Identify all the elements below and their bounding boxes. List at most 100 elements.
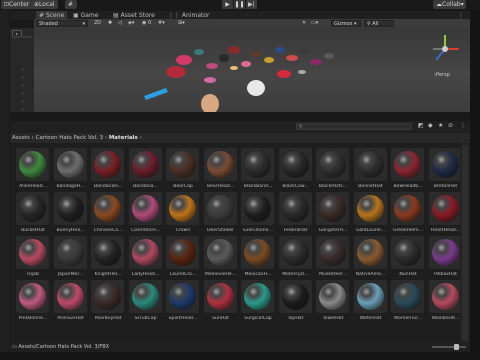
- material-item[interactable]: PinkBonne...: [12, 280, 54, 324]
- material-item[interactable]: CosmeticH...: [125, 192, 167, 236]
- scrollbar-thumb[interactable]: [462, 145, 468, 341]
- material-item[interactable]: NunHat: [387, 236, 429, 280]
- material-preview-sphere: [206, 283, 234, 310]
- snap-toggle[interactable]: ⊞▾: [178, 19, 185, 28]
- material-item[interactable]: LadyHead...: [125, 236, 167, 280]
- scene-search-input[interactable]: ⚲ All: [364, 20, 394, 27]
- material-item[interactable]: PoorBoyHat: [87, 280, 129, 324]
- orientation-gizmo[interactable]: [428, 32, 462, 66]
- tools-toggle[interactable]: ✕: [302, 19, 306, 28]
- material-item[interactable]: BowHeadb...: [387, 148, 429, 192]
- material-item[interactable]: BonnetHat: [350, 148, 392, 192]
- material-item[interactable]: MedievalHe...: [200, 236, 242, 280]
- material-thumbnail: [166, 280, 199, 313]
- collab-dropdown[interactable]: ☁Collab▾: [433, 0, 466, 9]
- 2d-toggle[interactable]: 2D: [94, 19, 101, 28]
- tab-scene-label: Scene: [45, 12, 65, 19]
- material-item[interactable]: WomenTur...: [387, 280, 429, 324]
- project-search-input[interactable]: ⚲: [296, 123, 412, 130]
- material-item[interactable]: GoldLaurel...: [350, 192, 392, 236]
- effects-dropdown[interactable]: ◈▾: [128, 19, 134, 28]
- material-item[interactable]: ChineseCo...: [87, 192, 129, 236]
- grid-snap-button[interactable]: #: [65, 0, 77, 9]
- material-preview-sphere: [56, 195, 84, 222]
- pause-button[interactable]: ❚❚: [234, 0, 245, 9]
- material-item[interactable]: AlienHead...: [12, 148, 54, 192]
- material-item[interactable]: DeerStalker: [200, 192, 242, 236]
- material-item[interactable]: KnightHel...: [87, 236, 129, 280]
- material-item[interactable]: BearHead...: [200, 148, 242, 192]
- gamepad-icon: ▣: [73, 12, 79, 19]
- filter-by-label-button[interactable]: ◆: [428, 122, 433, 129]
- material-preview-sphere: [319, 151, 346, 178]
- selected-path: Assets/Cartoon Hats Pack Vol. 3/FBX: [18, 344, 110, 350]
- filter-by-type-button[interactable]: ◩: [418, 122, 424, 129]
- audio-toggle[interactable]: ◁: [118, 19, 122, 28]
- project-menu-button[interactable]: ⋮: [460, 122, 466, 129]
- play-button[interactable]: ▶: [222, 0, 233, 9]
- lighting-toggle[interactable]: ✹: [108, 19, 112, 28]
- material-name: BucketHat: [21, 228, 45, 233]
- material-item[interactable]: LaurelCro...: [162, 236, 204, 280]
- material-item[interactable]: BlackCow...: [275, 148, 317, 192]
- material-item[interactable]: Crown: [162, 192, 204, 236]
- material-item[interactable]: BandageH...: [50, 148, 92, 192]
- grid-toggle[interactable]: #▾: [158, 19, 165, 28]
- material-item[interactable]: BearCap: [162, 148, 204, 192]
- breadcrumb-assets[interactable]: Assets: [12, 135, 30, 141]
- material-item[interactable]: BlackParts...: [312, 148, 354, 192]
- breadcrumb-materials[interactable]: Materials: [109, 135, 138, 141]
- camera-dropdown[interactable]: ▭▾: [311, 19, 318, 28]
- hat-model: [247, 80, 265, 96]
- material-thumbnail: [166, 192, 199, 225]
- material-item[interactable]: ScrubCap: [125, 280, 167, 324]
- favorite-button[interactable]: ★: [438, 122, 443, 129]
- material-item[interactable]: BlackBand...: [237, 148, 279, 192]
- material-item[interactable]: SportHead...: [162, 280, 204, 324]
- material-name: AlienHead...: [19, 184, 47, 189]
- hidden-packages-button[interactable]: ⊘: [448, 122, 453, 129]
- material-item[interactable]: BunnyHea...: [50, 192, 92, 236]
- space-toggle[interactable]: ⊕Local: [31, 0, 58, 9]
- material-item[interactable]: Executione...: [237, 192, 279, 236]
- hidden-objects-toggle[interactable]: ◉ 0: [142, 19, 151, 28]
- material-preview-sphere: [431, 283, 459, 310]
- material-item[interactable]: NativeAme...: [350, 236, 392, 280]
- gizmos-dropdown[interactable]: Gizmos ▾: [331, 20, 361, 27]
- material-item[interactable]: TopHat: [275, 280, 317, 324]
- material-preview-sphere: [169, 283, 196, 310]
- shading-mode-dropdown[interactable]: Shaded ▾: [36, 20, 88, 27]
- material-item[interactable]: Bandana...: [125, 148, 167, 192]
- material-item[interactable]: BucketHat: [12, 192, 54, 236]
- material-item[interactable]: BandanaH...: [87, 148, 129, 192]
- material-item[interactable]: JapanMor...: [50, 236, 92, 280]
- material-item[interactable]: SunHat: [200, 280, 242, 324]
- material-name: PoorBoyHat: [94, 316, 122, 321]
- material-item[interactable]: FedoraHat: [275, 192, 317, 236]
- scene-viewport[interactable]: ‹Persp: [34, 28, 470, 112]
- material-item[interactable]: Hijab: [12, 236, 54, 280]
- material-item[interactable]: MexicanH...: [237, 236, 279, 280]
- material-item[interactable]: PinkSunHat: [50, 280, 92, 324]
- step-button[interactable]: ▶|: [246, 0, 257, 9]
- material-item[interactable]: GangsterH...: [312, 192, 354, 236]
- material-item[interactable]: GreekHelm...: [387, 192, 429, 236]
- hierarchy-row[interactable]: [12, 36, 32, 38]
- material-name: WaterHat: [359, 316, 382, 321]
- material-item[interactable]: SurgicalCap: [237, 280, 279, 324]
- material-preview-sphere: [281, 239, 309, 266]
- hat-model: [194, 49, 204, 55]
- projection-toggle[interactable]: ‹Persp: [434, 72, 450, 78]
- material-item[interactable]: Motorcycl...: [275, 236, 317, 280]
- material-thumbnail: [391, 148, 424, 181]
- grid-scrollbar[interactable]: [460, 143, 470, 343]
- thumbnail-size-slider[interactable]: [432, 344, 466, 350]
- material-name: BlackParts...: [318, 184, 348, 189]
- material-item[interactable]: TowelHat: [312, 280, 354, 324]
- pivot-toggle[interactable]: ⊡Center: [1, 0, 33, 9]
- material-item[interactable]: WaterHat: [350, 280, 392, 324]
- slider-handle[interactable]: [454, 344, 459, 350]
- breadcrumb-pack[interactable]: Cartoon Hats Pack Vol. 3: [36, 135, 104, 141]
- material-preview-sphere: [94, 195, 121, 222]
- material-item[interactable]: Musketeer...: [312, 236, 354, 280]
